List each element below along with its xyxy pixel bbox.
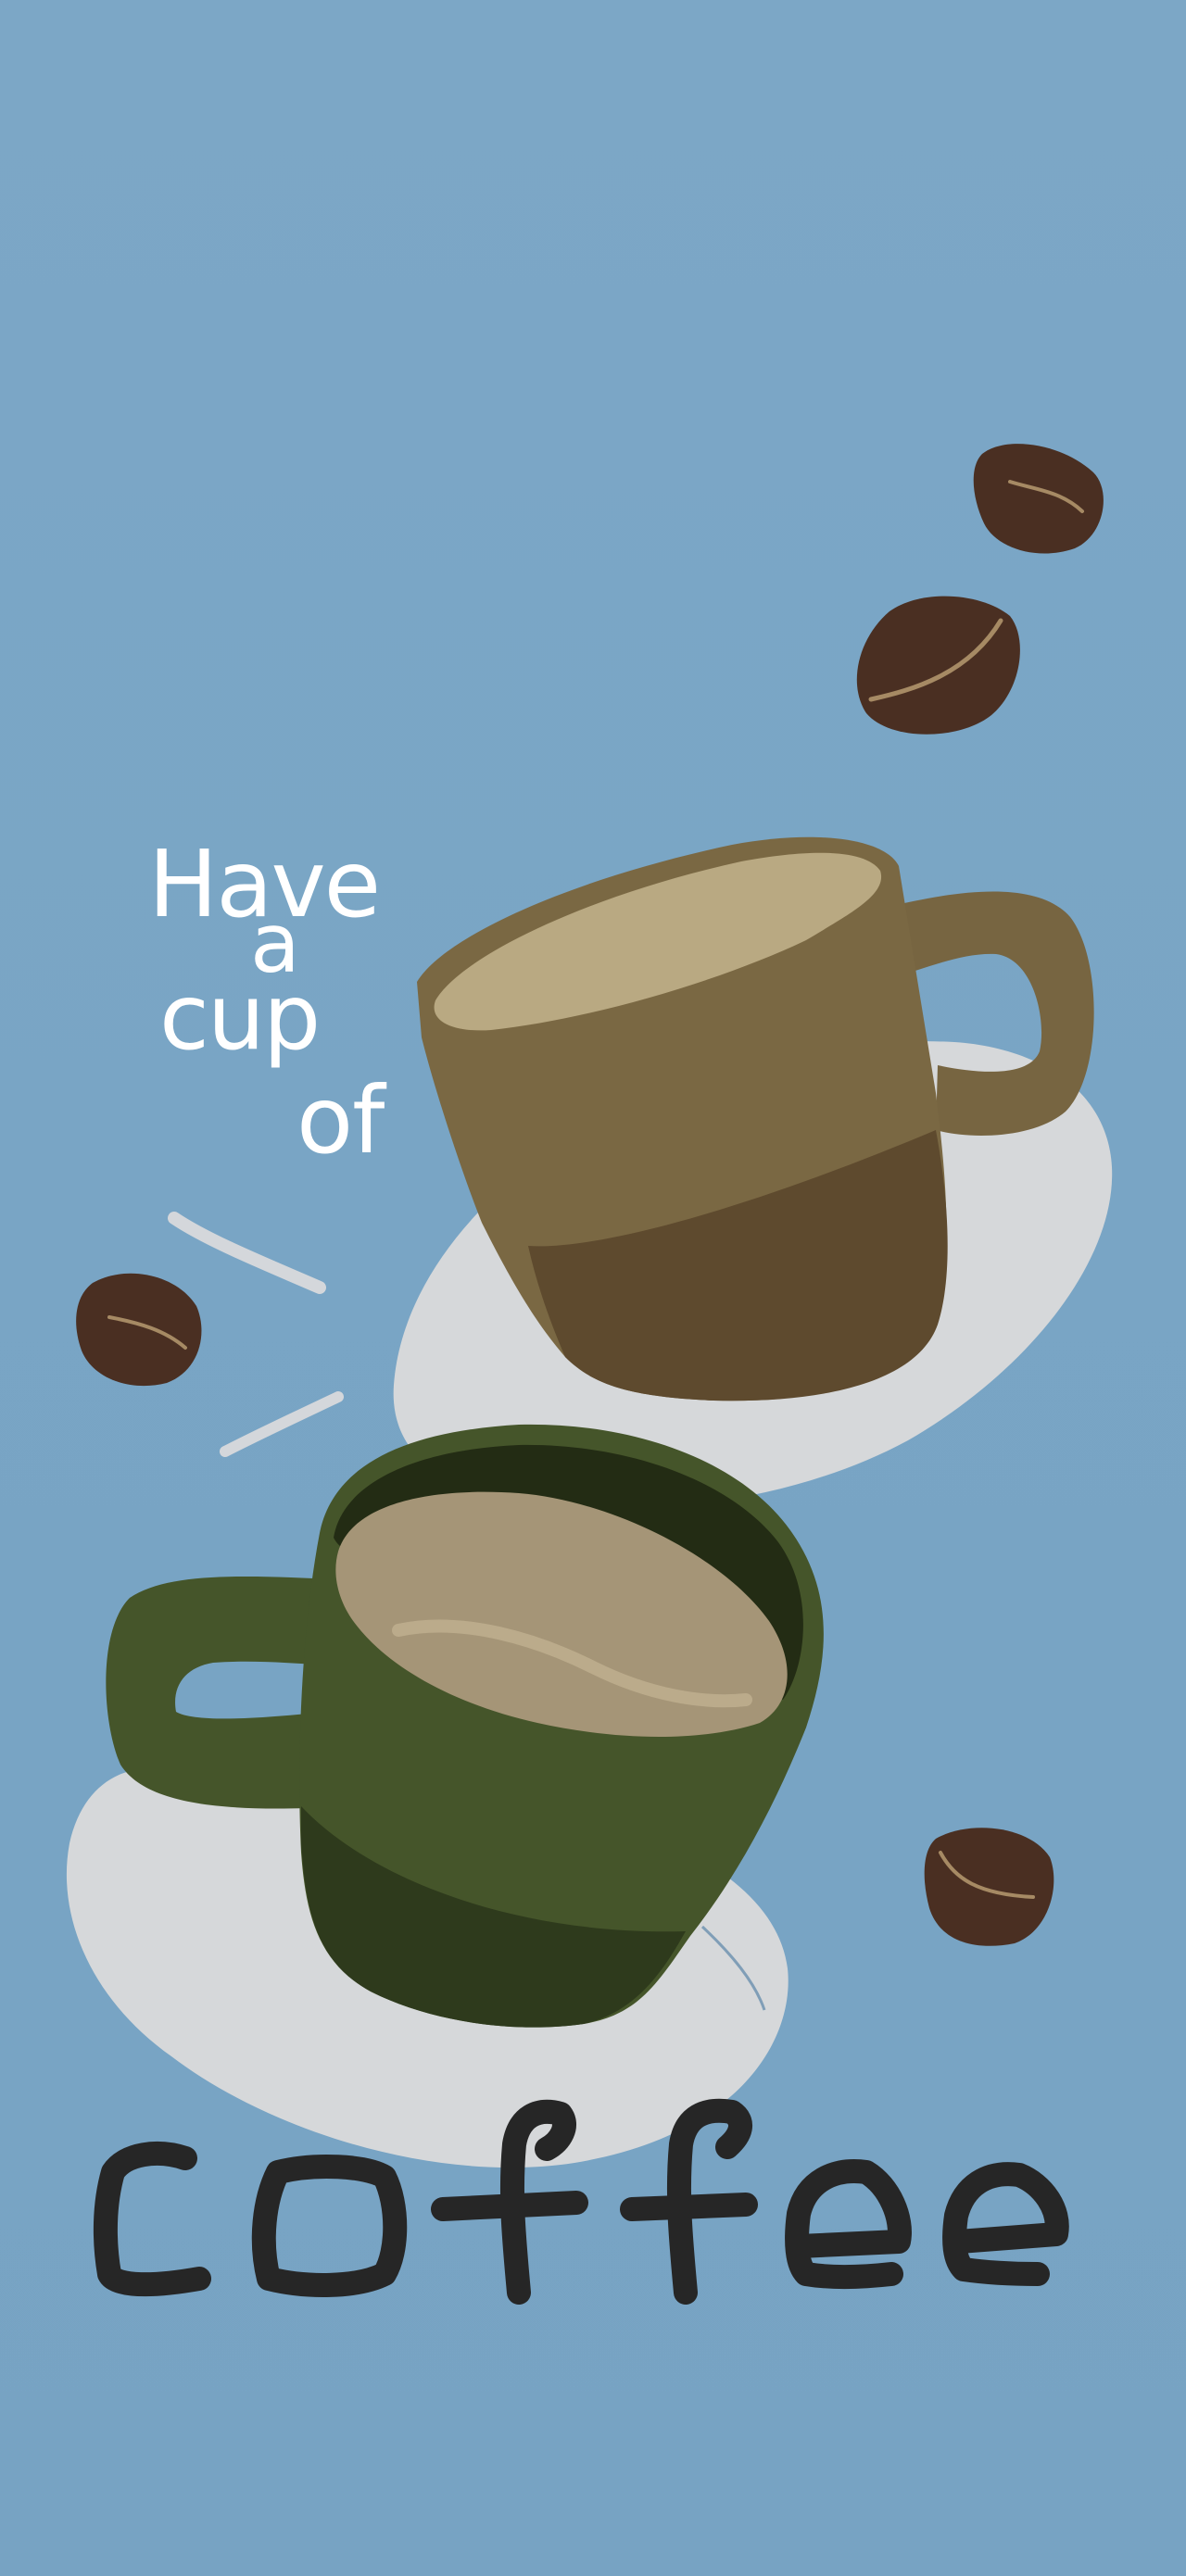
poster: Have a cup of coffee xyxy=(0,0,1186,2576)
coffee-lettering: coffee xyxy=(93,2098,1069,2305)
